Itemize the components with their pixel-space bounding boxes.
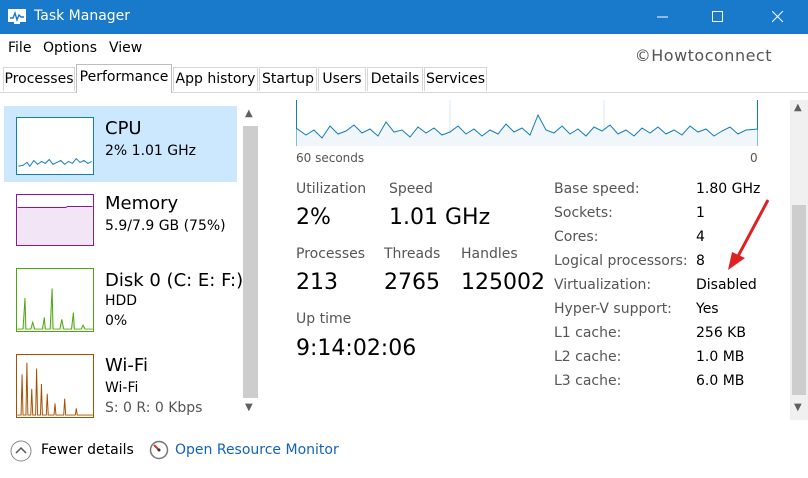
- maximize-button[interactable]: [692, 0, 746, 34]
- l3-cache-value: 6.0 MB: [696, 373, 745, 389]
- fewer-details-link[interactable]: Fewer details: [41, 442, 134, 458]
- graph-zero-label: 0: [750, 151, 758, 165]
- sidebar-scrollbar[interactable]: ▲ ▼: [241, 100, 260, 420]
- scroll-down-icon[interactable]: ▼: [794, 402, 802, 413]
- logical-processors-value: 8: [696, 253, 705, 269]
- processes-label: Processes: [296, 246, 366, 262]
- title-bar: Task Manager: [0, 0, 808, 34]
- threads-label: Threads: [384, 246, 441, 262]
- l1-cache-label: L1 cache:: [554, 325, 622, 341]
- close-icon: [772, 11, 784, 23]
- menu-view[interactable]: View: [109, 40, 142, 56]
- cpu-thumbnail-graph: [16, 117, 94, 175]
- tab-details[interactable]: Details: [367, 67, 423, 91]
- sockets-value: 1: [696, 205, 705, 221]
- processes-value: 213: [296, 270, 338, 295]
- minimize-icon: [657, 16, 668, 18]
- graph-time-label: 60 seconds: [296, 151, 365, 165]
- open-resource-monitor-link[interactable]: Open Resource Monitor: [175, 442, 339, 458]
- scroll-up-icon[interactable]: ▲: [245, 108, 253, 119]
- memory-thumbnail-graph: [16, 194, 94, 246]
- disk-thumbnail-graph: [16, 268, 94, 332]
- menu-options[interactable]: Options: [43, 40, 97, 56]
- scroll-down-icon[interactable]: ▼: [245, 402, 253, 413]
- logical-processors-label: Logical processors:: [554, 253, 688, 269]
- wifi-adapter: Wi-Fi: [105, 380, 139, 396]
- tab-processes[interactable]: Processes: [3, 67, 75, 91]
- scroll-up-icon[interactable]: ▲: [794, 102, 802, 113]
- speed-value: 1.01 GHz: [389, 205, 491, 230]
- collapse-chevron-icon[interactable]: [10, 440, 32, 462]
- cpu-usage-graph: [296, 100, 758, 146]
- l2-cache-value: 1.0 MB: [696, 349, 745, 365]
- disk-usage: 0%: [105, 313, 128, 329]
- cores-value: 4: [696, 229, 705, 245]
- hyper-v-value: Yes: [696, 301, 719, 317]
- footer-bar: Fewer details Open Resource Monitor: [0, 432, 808, 478]
- utilization-value: 2%: [296, 205, 331, 230]
- cpu-sub: 2% 1.01 GHz: [105, 143, 197, 159]
- l1-cache-value: 256 KB: [696, 325, 746, 341]
- menu-file[interactable]: File: [8, 40, 31, 56]
- tab-app-history[interactable]: App history: [173, 67, 258, 91]
- hyper-v-label: Hyper-V support:: [554, 301, 672, 317]
- handles-label: Handles: [461, 246, 518, 262]
- tab-users[interactable]: Users: [318, 67, 366, 91]
- uptime-value: 9:14:02:06: [296, 336, 417, 361]
- memory-sub: 5.9/7.9 GB (75%): [105, 218, 226, 234]
- window-title: Task Manager: [34, 8, 131, 24]
- close-button[interactable]: [752, 0, 806, 34]
- disk-type: HDD: [105, 293, 138, 309]
- l3-cache-label: L3 cache:: [554, 373, 622, 389]
- virtualization-label: Virtualization:: [554, 277, 652, 293]
- sockets-label: Sockets:: [554, 205, 613, 221]
- cores-label: Cores:: [554, 229, 599, 245]
- wifi-name: Wi-Fi: [105, 355, 148, 376]
- tab-strip: Processes Performance App history Startu…: [0, 64, 808, 93]
- handles-value: 125002: [461, 270, 545, 295]
- utilization-label: Utilization: [296, 181, 367, 197]
- speed-label: Speed: [389, 181, 433, 197]
- tab-performance[interactable]: Performance: [76, 64, 172, 93]
- minimize-button[interactable]: [637, 0, 691, 34]
- cpu-name: CPU: [105, 118, 142, 139]
- details-scroll-thumb[interactable]: [792, 205, 806, 395]
- wifi-thumbnail-graph: [16, 354, 94, 418]
- disk-name: Disk 0 (C: E: F:): [105, 270, 244, 291]
- base-speed-label: Base speed:: [554, 181, 640, 197]
- resource-monitor-icon: [149, 440, 169, 460]
- uptime-label: Up time: [296, 311, 352, 327]
- wifi-throughput: S: 0 R: 0 Kbps: [105, 400, 203, 416]
- l2-cache-label: L2 cache:: [554, 349, 622, 365]
- threads-value: 2765: [384, 270, 440, 295]
- task-manager-icon: [8, 9, 26, 24]
- tab-startup[interactable]: Startup: [259, 67, 317, 91]
- annotation-arrow-icon: [728, 199, 770, 270]
- tab-services[interactable]: Services: [424, 67, 487, 91]
- sidebar-scroll-thumb[interactable]: [243, 126, 258, 398]
- virtualization-value: Disabled: [696, 277, 757, 293]
- details-scrollbar[interactable]: ▲ ▼: [790, 100, 808, 420]
- maximize-icon: [712, 11, 723, 22]
- watermark: ©Howtoconnect: [634, 46, 772, 65]
- memory-name: Memory: [105, 193, 179, 214]
- base-speed-value: 1.80 GHz: [696, 181, 761, 197]
